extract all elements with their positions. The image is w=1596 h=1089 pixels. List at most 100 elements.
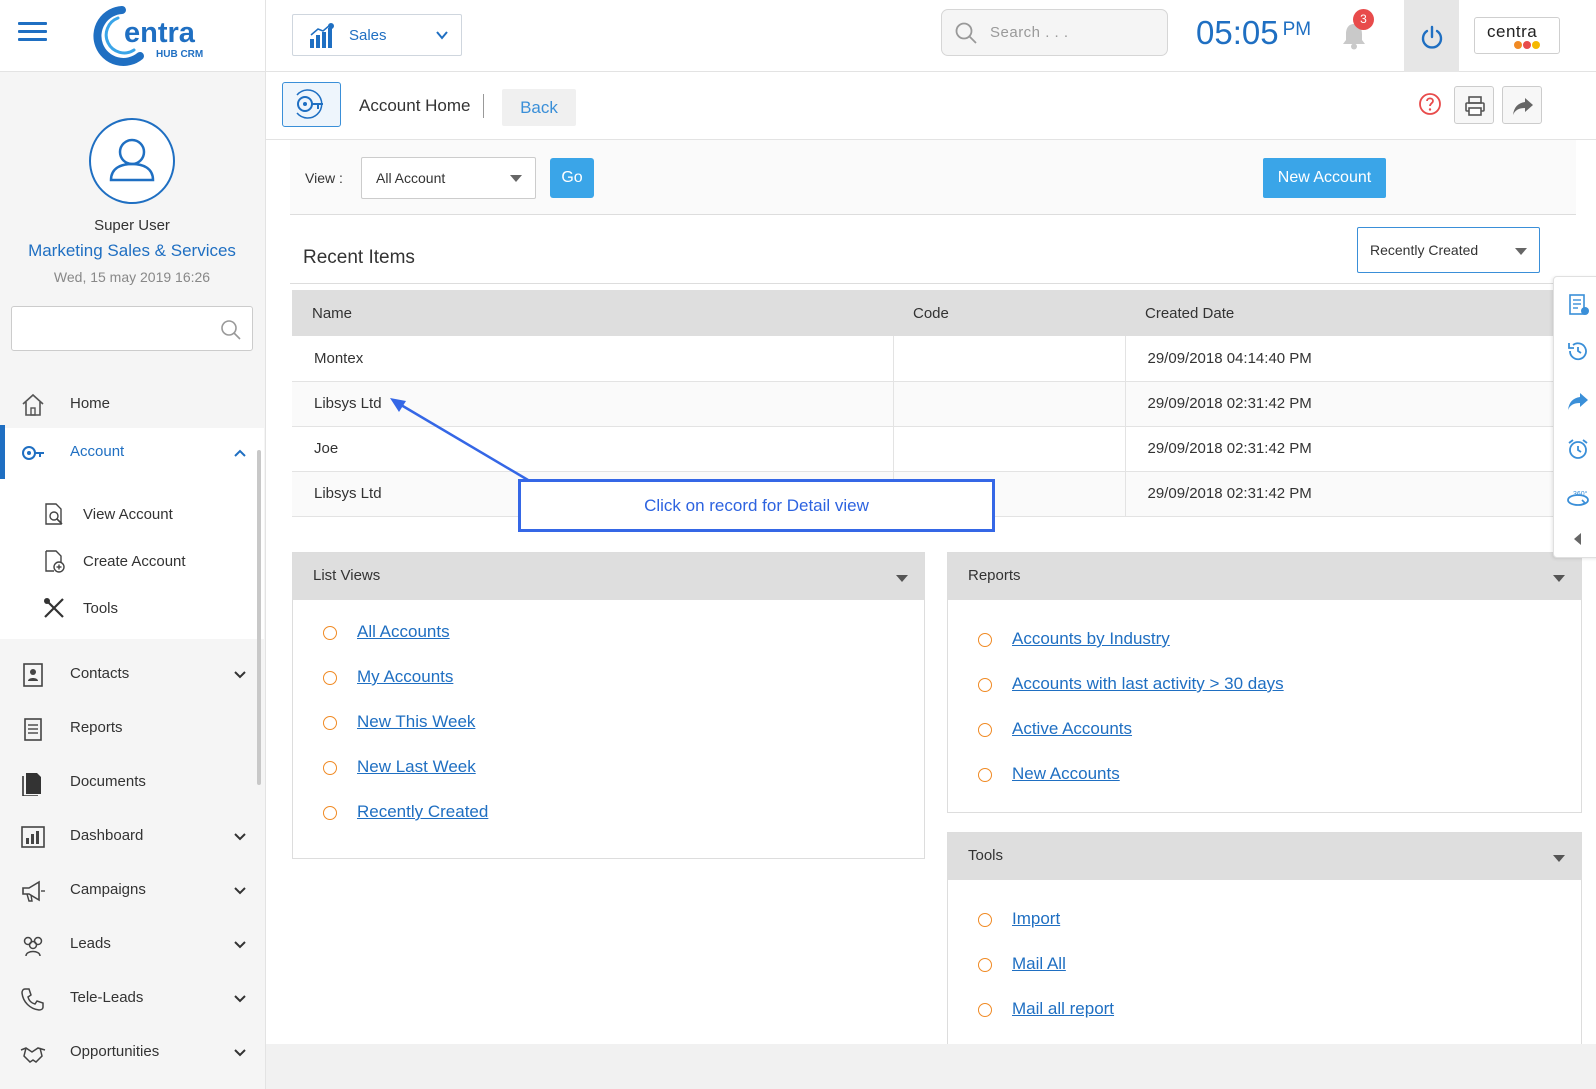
panel-header[interactable]: Reports bbox=[948, 553, 1581, 600]
contacts-icon bbox=[23, 663, 43, 687]
hamburger-menu-icon[interactable] bbox=[18, 20, 48, 44]
sidebar-item-campaigns[interactable]: Campaigns bbox=[0, 866, 264, 914]
cell-code[interactable] bbox=[893, 336, 1126, 382]
global-search-input[interactable]: Search . . . bbox=[941, 9, 1168, 56]
sidebar-item-opportunities[interactable]: Opportunities bbox=[0, 1028, 264, 1076]
sidebar-subitem-tools[interactable]: Tools bbox=[0, 588, 264, 628]
link-text[interactable]: My Accounts bbox=[357, 667, 453, 687]
view-360-icon[interactable]: 360° bbox=[1566, 487, 1590, 511]
cell-name[interactable]: Libsys Ltd bbox=[292, 381, 894, 427]
view-dropdown[interactable]: All Account bbox=[361, 157, 536, 199]
sidebar-item-label: Home bbox=[70, 395, 111, 412]
cell-name[interactable]: Montex bbox=[292, 336, 894, 382]
history-icon[interactable] bbox=[1566, 339, 1590, 363]
link-text[interactable]: New Last Week bbox=[357, 757, 476, 777]
caret-down-icon bbox=[1553, 575, 1565, 582]
header-divider bbox=[265, 0, 266, 72]
column-header-created-date[interactable]: Created Date bbox=[1125, 290, 1554, 336]
callout-annotation: Click on record for Detail view bbox=[518, 479, 995, 532]
centra-hub-logo[interactable]: entra HUB CRM bbox=[88, 4, 218, 66]
cell-code[interactable] bbox=[893, 426, 1126, 472]
help-icon[interactable] bbox=[1418, 92, 1442, 116]
sidebar-item-leads[interactable]: Leads bbox=[0, 920, 264, 968]
divider bbox=[290, 283, 1580, 284]
bullet-icon bbox=[978, 678, 992, 692]
link-text[interactable]: Import bbox=[1012, 909, 1060, 929]
cell-created-date[interactable]: 29/09/2018 02:31:42 PM bbox=[1125, 426, 1554, 472]
panel-header[interactable]: Tools bbox=[948, 833, 1581, 880]
link-text[interactable]: New This Week bbox=[357, 712, 475, 732]
print-button[interactable] bbox=[1454, 86, 1494, 124]
view-label: View : bbox=[305, 170, 343, 186]
back-button[interactable]: Back bbox=[502, 89, 576, 126]
sales-chart-icon bbox=[310, 23, 334, 48]
sidebar-item-label: Reports bbox=[70, 719, 123, 736]
collapse-left-icon[interactable] bbox=[1566, 527, 1590, 551]
sidebar-item-account[interactable]: Account bbox=[0, 428, 264, 479]
document-search-icon bbox=[45, 503, 63, 525]
sidebar-item-documents[interactable]: Documents bbox=[0, 758, 264, 806]
svg-text:360°: 360° bbox=[1573, 490, 1588, 498]
sidebar-subitem-create-account[interactable]: Create Account bbox=[0, 541, 264, 581]
sidebar-item-dashboard[interactable]: Dashboard bbox=[0, 812, 264, 860]
link-text[interactable]: Recently Created bbox=[357, 802, 488, 822]
caret-down-icon bbox=[896, 575, 908, 582]
module-dropdown[interactable]: Sales bbox=[292, 14, 462, 56]
documents-icon bbox=[22, 773, 41, 796]
home-icon bbox=[22, 393, 44, 416]
user-avatar[interactable] bbox=[89, 118, 175, 204]
sidebar-subitem-view-account[interactable]: View Account bbox=[0, 494, 264, 534]
chevron-down-icon bbox=[234, 833, 246, 841]
go-button[interactable]: Go bbox=[550, 158, 594, 198]
sort-dropdown-value: Recently Created bbox=[1370, 242, 1479, 258]
bullet-icon bbox=[323, 761, 337, 775]
cell-code[interactable] bbox=[893, 381, 1126, 427]
sidebar-item-label: Tele-Leads bbox=[70, 989, 144, 1006]
sidebar-item-label: Documents bbox=[70, 773, 146, 790]
footer-strip bbox=[266, 1044, 1596, 1089]
alarm-clock-icon[interactable] bbox=[1566, 437, 1590, 461]
share-button[interactable] bbox=[1502, 86, 1542, 124]
megaphone-icon bbox=[22, 880, 45, 902]
brand-logo-box[interactable]: centra bbox=[1474, 17, 1560, 54]
link-text[interactable]: Mail all report bbox=[1012, 999, 1114, 1019]
sidebar-subitem-label: Create Account bbox=[83, 553, 186, 570]
link-text[interactable]: New Accounts bbox=[1012, 764, 1120, 784]
cell-created-date[interactable]: 29/09/2018 04:14:40 PM bbox=[1125, 336, 1554, 382]
sort-dropdown[interactable]: Recently Created bbox=[1357, 227, 1540, 273]
sidebar-item-label: Account bbox=[70, 443, 125, 460]
panel-header[interactable]: List Views bbox=[293, 553, 924, 600]
recent-items-title: Recent Items bbox=[303, 247, 415, 268]
sidebar-scrollbar[interactable] bbox=[257, 450, 261, 785]
active-indicator bbox=[0, 425, 5, 479]
sidebar-item-contacts[interactable]: Contacts bbox=[0, 650, 264, 698]
sidebar-search-input[interactable] bbox=[11, 306, 253, 351]
module-label: Sales bbox=[349, 27, 387, 44]
brand-dots-icon bbox=[1514, 41, 1540, 49]
cell-name[interactable]: Joe bbox=[292, 426, 894, 472]
breadcrumb-separator bbox=[483, 94, 484, 118]
link-text[interactable]: Mail All bbox=[1012, 954, 1066, 974]
link-text[interactable]: Accounts with last activity > 30 days bbox=[1012, 674, 1284, 694]
clock-ampm: PM bbox=[1282, 19, 1312, 40]
search-icon bbox=[221, 320, 241, 340]
forward-arrow-icon[interactable] bbox=[1566, 389, 1590, 413]
clipboard-icon[interactable] bbox=[1566, 292, 1590, 316]
bullet-icon bbox=[323, 806, 337, 820]
column-header-code[interactable]: Code bbox=[893, 290, 1125, 336]
link-text[interactable]: Accounts by Industry bbox=[1012, 629, 1170, 649]
bullet-icon bbox=[978, 1003, 992, 1017]
link-text[interactable]: Active Accounts bbox=[1012, 719, 1132, 739]
sidebar-item-label: Campaigns bbox=[70, 881, 146, 898]
sidebar-item-tele-leads[interactable]: Tele-Leads bbox=[0, 974, 264, 1022]
power-button[interactable] bbox=[1404, 0, 1459, 72]
cell-created-date[interactable]: 29/09/2018 02:31:42 PM bbox=[1125, 381, 1554, 427]
link-text[interactable]: All Accounts bbox=[357, 622, 450, 642]
new-account-button[interactable]: New Account bbox=[1263, 158, 1386, 198]
column-header-name[interactable]: Name bbox=[292, 290, 893, 336]
sidebar-item-home[interactable]: Home bbox=[0, 380, 264, 428]
sidebar-item-reports[interactable]: Reports bbox=[0, 704, 264, 752]
table-row[interactable]: Montex 29/09/2018 04:14:40 PM bbox=[292, 336, 1554, 382]
cell-created-date[interactable]: 29/09/2018 02:31:42 PM bbox=[1125, 471, 1554, 517]
user-name: Super User bbox=[94, 217, 170, 234]
